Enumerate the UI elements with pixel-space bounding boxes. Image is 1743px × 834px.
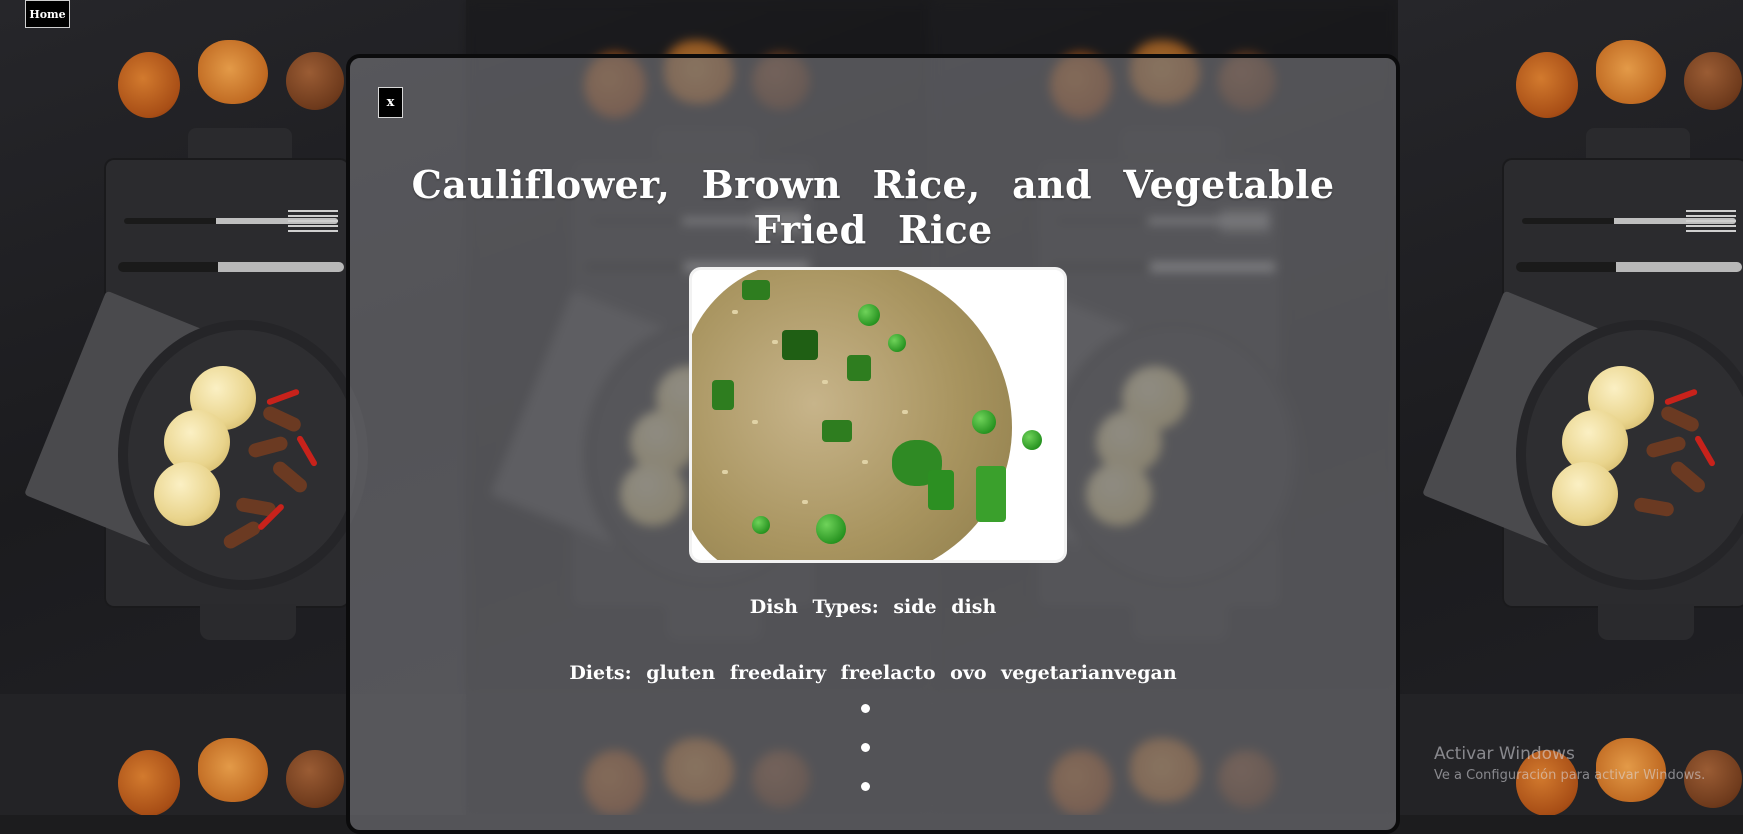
list-bullet	[861, 782, 870, 791]
diets-text: Diets: gluten freedairy freelacto ovo ve…	[569, 662, 1177, 684]
home-button[interactable]: Home	[25, 0, 70, 28]
list-bullet	[861, 704, 870, 713]
windows-activation-title: Activar Windows	[1434, 744, 1575, 764]
windows-activation-subtitle: Ve a Configuración para activar Windows.	[1434, 768, 1706, 783]
list-bullet	[861, 743, 870, 752]
dish-types-text: Dish Types: side dish	[749, 596, 997, 618]
close-button[interactable]: x	[378, 87, 403, 118]
recipe-title: Cauliflower, Brown Rice, and Vegetable F…	[411, 162, 1335, 252]
recipe-image	[689, 267, 1067, 563]
background-tile	[1398, 0, 1743, 694]
recipe-detail-modal: x Cauliflower, Brown Rice, and Vegetable…	[346, 54, 1400, 834]
